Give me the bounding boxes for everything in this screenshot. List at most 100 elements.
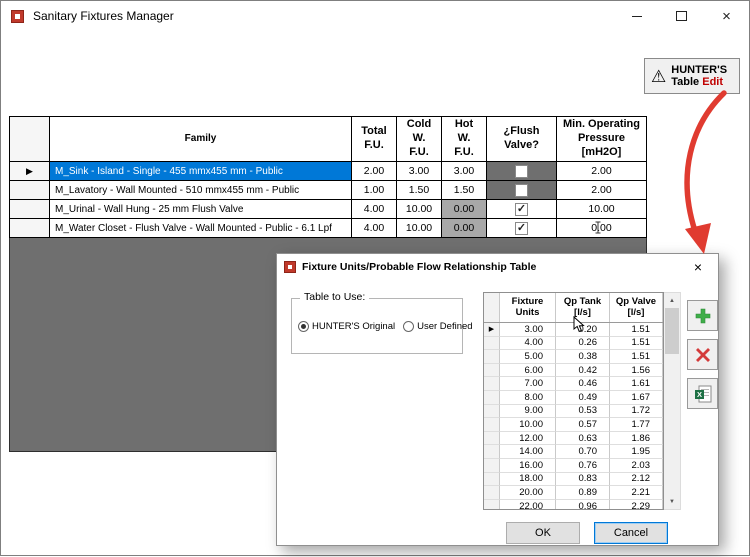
- fixture-units-cell[interactable]: 22.00: [500, 499, 556, 509]
- row-selector[interactable]: [10, 219, 50, 238]
- qp-tank-cell[interactable]: 0.89: [556, 486, 610, 500]
- row-selector[interactable]: [484, 336, 500, 351]
- qp-valve-cell[interactable]: 1.51: [610, 323, 663, 337]
- delete-row-button[interactable]: [687, 339, 718, 370]
- qp-tank-cell[interactable]: 0.26: [556, 336, 610, 351]
- total-fu-cell[interactable]: 4.00: [352, 219, 397, 238]
- qp-tank-cell[interactable]: 0.96: [556, 499, 610, 509]
- total-fu-cell[interactable]: 4.00: [352, 200, 397, 219]
- qp-tank-cell[interactable]: 0.76: [556, 458, 610, 473]
- flow-table-scrollbar[interactable]: ▲ ▼: [664, 292, 681, 510]
- qp-tank-cell[interactable]: 0.46: [556, 377, 610, 391]
- row-selector[interactable]: [484, 472, 500, 487]
- col-header-hot-fu[interactable]: Hot W. F.U.: [442, 117, 487, 162]
- ok-button[interactable]: OK: [506, 522, 580, 544]
- minimize-button[interactable]: [614, 1, 659, 31]
- col-header-total-fu[interactable]: Total F.U.: [352, 117, 397, 162]
- qp-tank-cell[interactable]: 0.57: [556, 418, 610, 432]
- hunters-table-edit-button[interactable]: ⚠ HUNTER'S Table Edit: [644, 58, 740, 94]
- col-header-qp-tank[interactable]: Qp Tank [l/s]: [556, 293, 610, 322]
- fixture-units-cell[interactable]: 10.00: [500, 418, 556, 432]
- flush-checkbox[interactable]: ✓: [515, 202, 528, 216]
- row-selector[interactable]: [10, 200, 50, 219]
- scroll-thumb[interactable]: [665, 308, 679, 354]
- fixture-units-cell[interactable]: 4.00: [500, 336, 556, 351]
- fixture-units-cell[interactable]: 6.00: [500, 363, 556, 378]
- maximize-button[interactable]: [659, 1, 704, 31]
- cancel-button[interactable]: Cancel: [594, 522, 668, 544]
- flush-valve-cell[interactable]: [487, 162, 557, 181]
- row-selector[interactable]: [10, 181, 50, 200]
- pressure-cell[interactable]: 10.00: [557, 200, 647, 219]
- qp-valve-cell[interactable]: 1.51: [610, 350, 663, 364]
- corner-header[interactable]: [484, 293, 500, 322]
- fixture-units-cell[interactable]: 5.00: [500, 350, 556, 364]
- scroll-up-icon[interactable]: ▲: [664, 293, 680, 308]
- row-selector[interactable]: [484, 350, 500, 364]
- col-header-family[interactable]: Family: [50, 117, 352, 162]
- qp-tank-cell[interactable]: 0.53: [556, 404, 610, 419]
- row-selector[interactable]: ▶: [10, 162, 50, 181]
- col-header-fixture-units[interactable]: Fixture Units: [500, 293, 556, 322]
- col-header-cold-fu[interactable]: Cold W. F.U.: [397, 117, 442, 162]
- row-selector[interactable]: [484, 377, 500, 391]
- cold-fu-cell[interactable]: 10.00: [397, 219, 442, 238]
- scroll-down-icon[interactable]: ▼: [664, 494, 680, 509]
- fixture-units-cell[interactable]: 8.00: [500, 390, 556, 405]
- fixture-units-cell[interactable]: 7.00: [500, 377, 556, 391]
- col-header-qp-valve[interactable]: Qp Valve [l/s]: [610, 293, 663, 322]
- total-fu-cell[interactable]: 1.00: [352, 181, 397, 200]
- fixture-units-cell[interactable]: 3.00: [500, 323, 556, 337]
- qp-valve-cell[interactable]: 2.29: [610, 499, 663, 509]
- family-cell[interactable]: M_Lavatory - Wall Mounted - 510 mmx455 m…: [50, 181, 352, 200]
- fixture-units-cell[interactable]: 18.00: [500, 472, 556, 487]
- family-cell[interactable]: M_Urinal - Wall Hung - 25 mm Flush Valve: [50, 200, 352, 219]
- row-selector[interactable]: [484, 404, 500, 419]
- dialog-close-button[interactable]: ×: [678, 254, 718, 280]
- qp-valve-cell[interactable]: 2.21: [610, 486, 663, 500]
- fixture-units-cell[interactable]: 14.00: [500, 445, 556, 459]
- pressure-cell[interactable]: 0.00: [557, 219, 647, 238]
- radio-user-defined[interactable]: User Defined: [403, 321, 473, 332]
- col-header-pressure[interactable]: Min. Operating Pressure [mH2O]: [557, 117, 647, 162]
- qp-valve-cell[interactable]: 1.72: [610, 404, 663, 419]
- qp-valve-cell[interactable]: 1.51: [610, 336, 663, 351]
- row-selector[interactable]: [484, 390, 500, 405]
- row-selector[interactable]: [484, 363, 500, 378]
- qp-valve-cell[interactable]: 1.86: [610, 431, 663, 446]
- close-button[interactable]: ×: [704, 1, 749, 31]
- pressure-cell[interactable]: 2.00: [557, 181, 647, 200]
- family-cell[interactable]: M_Water Closet - Flush Valve - Wall Moun…: [50, 219, 352, 238]
- cold-fu-cell[interactable]: 3.00: [397, 162, 442, 181]
- qp-valve-cell[interactable]: 2.12: [610, 472, 663, 487]
- row-selector[interactable]: [484, 486, 500, 500]
- hot-fu-cell[interactable]: 3.00: [442, 162, 487, 181]
- qp-valve-cell[interactable]: 1.95: [610, 445, 663, 459]
- flush-valve-cell[interactable]: ✓: [487, 200, 557, 219]
- hot-fu-cell[interactable]: 1.50: [442, 181, 487, 200]
- row-selector[interactable]: [484, 499, 500, 509]
- flush-checkbox[interactable]: [515, 164, 528, 178]
- fixture-units-cell[interactable]: 16.00: [500, 458, 556, 473]
- qp-valve-cell[interactable]: 1.77: [610, 418, 663, 432]
- export-excel-button[interactable]: X: [687, 378, 718, 409]
- add-row-button[interactable]: [687, 300, 718, 331]
- family-cell[interactable]: M_Sink - Island - Single - 455 mmx455 mm…: [50, 162, 352, 181]
- pressure-cell[interactable]: 2.00: [557, 162, 647, 181]
- flush-valve-cell[interactable]: ✓: [487, 219, 557, 238]
- fixture-units-cell[interactable]: 9.00: [500, 404, 556, 419]
- qp-tank-cell[interactable]: 0.20: [556, 323, 610, 337]
- qp-tank-cell[interactable]: 0.49: [556, 390, 610, 405]
- row-selector[interactable]: [484, 418, 500, 432]
- fixture-units-cell[interactable]: 20.00: [500, 486, 556, 500]
- row-selector[interactable]: ▶: [484, 323, 500, 337]
- qp-tank-cell[interactable]: 0.83: [556, 472, 610, 487]
- qp-tank-cell[interactable]: 0.42: [556, 363, 610, 378]
- qp-tank-cell[interactable]: 0.63: [556, 431, 610, 446]
- qp-valve-cell[interactable]: 1.61: [610, 377, 663, 391]
- radio-hunters-original[interactable]: HUNTER'S Original: [298, 321, 395, 332]
- qp-valve-cell[interactable]: 1.56: [610, 363, 663, 378]
- row-selector[interactable]: [484, 445, 500, 459]
- row-selector[interactable]: [484, 431, 500, 446]
- col-header-flush-valve[interactable]: ¿Flush Valve?: [487, 117, 557, 162]
